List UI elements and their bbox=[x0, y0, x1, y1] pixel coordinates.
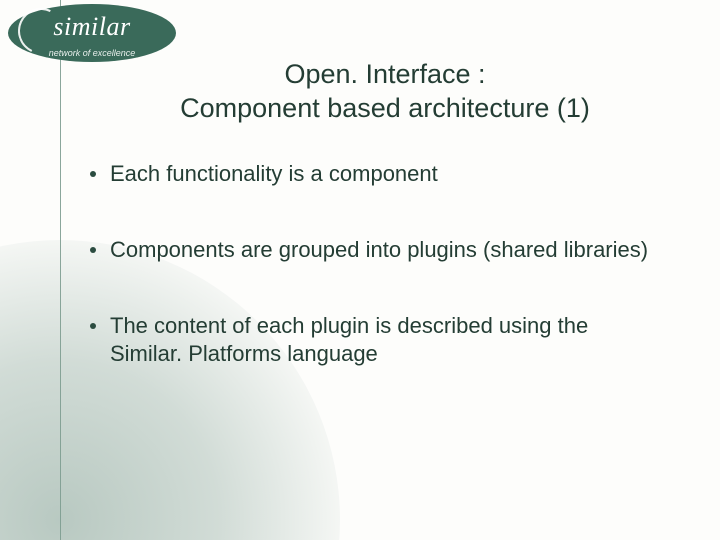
title-line-2: Component based architecture (1) bbox=[90, 92, 680, 126]
list-item: Each functionality is a component bbox=[90, 160, 660, 188]
list-item-text: Components are grouped into plugins (sha… bbox=[110, 236, 660, 264]
list-item: The content of each plugin is described … bbox=[90, 312, 660, 368]
bullet-icon bbox=[90, 323, 96, 329]
bullet-icon bbox=[90, 247, 96, 253]
bullet-icon bbox=[90, 171, 96, 177]
logo-text: similar bbox=[8, 12, 176, 42]
title-line-1: Open. Interface : bbox=[90, 58, 680, 92]
bullet-list: Each functionality is a component Compon… bbox=[90, 160, 660, 417]
vertical-divider bbox=[60, 0, 61, 540]
logo-subtext: network of excellence bbox=[8, 48, 176, 58]
list-item-text: The content of each plugin is described … bbox=[110, 312, 660, 368]
slide-title: Open. Interface : Component based archit… bbox=[90, 58, 680, 126]
list-item-text: Each functionality is a component bbox=[110, 160, 660, 188]
list-item: Components are grouped into plugins (sha… bbox=[90, 236, 660, 264]
logo-bg: similar network of excellence bbox=[8, 4, 176, 62]
